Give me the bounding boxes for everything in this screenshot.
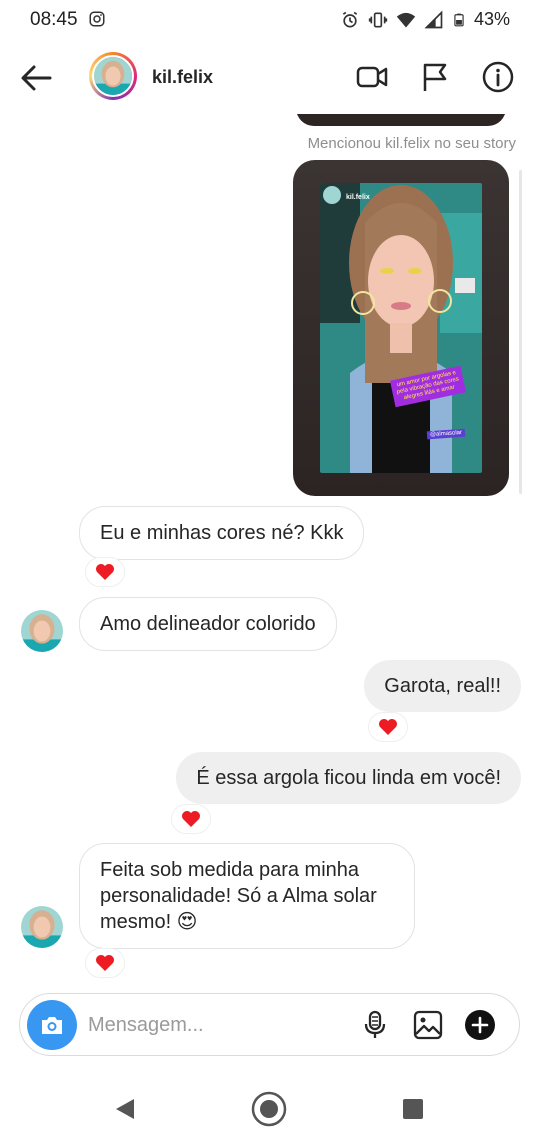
message-text: Eu e minhas cores né? Kkk (100, 522, 344, 544)
battery-icon (454, 13, 464, 26)
heart-icon (96, 955, 114, 971)
nav-recents-icon[interactable] (394, 1090, 432, 1128)
heart-icon (182, 811, 200, 827)
message-input[interactable] (88, 1011, 348, 1039)
info-icon[interactable] (481, 60, 515, 94)
incoming-message[interactable]: Feita sob medida para minha personalidad… (79, 843, 415, 949)
chat-username[interactable]: kil.felix (152, 67, 213, 88)
heart-icon (96, 564, 114, 580)
alarm-icon (342, 11, 358, 28)
story-mention-caption: Mencionou kil.felix no seu story (307, 135, 516, 152)
message-text: É essa argola ficou linda em você! (196, 767, 501, 789)
sender-avatar[interactable] (21, 610, 63, 652)
header-avatar[interactable] (89, 52, 137, 100)
message-reaction[interactable] (85, 948, 125, 978)
nav-home-icon[interactable] (250, 1090, 288, 1128)
video-call-icon[interactable] (355, 60, 389, 94)
outgoing-message[interactable]: Garota, real!! (364, 660, 521, 712)
chat-header: kil.felix (0, 40, 540, 114)
outgoing-message[interactable]: É essa argola ficou linda em você! (176, 752, 521, 804)
sender-avatar[interactable] (21, 906, 63, 948)
story-username: kil.felix (346, 194, 370, 201)
message-text: Garota, real!! (384, 675, 501, 697)
camera-button[interactable] (27, 1000, 77, 1050)
status-bar: 08:45 43% (0, 0, 540, 40)
message-reaction[interactable] (171, 804, 211, 834)
incoming-message[interactable]: Amo delineador colorido (79, 597, 337, 651)
microphone-icon[interactable] (359, 1009, 391, 1041)
message-reaction[interactable] (85, 557, 125, 587)
flag-icon[interactable] (418, 60, 452, 94)
message-text: Feita sob medida para minha personalidad… (100, 859, 377, 933)
avatar-photo (94, 57, 132, 95)
nav-back-icon[interactable] (106, 1090, 144, 1128)
back-arrow-icon[interactable] (18, 60, 54, 96)
chat-thread[interactable]: Mencionou kil.felix no seu story kil.fel… (0, 114, 540, 990)
wifi-icon (396, 12, 416, 27)
status-time: 08:45 (30, 9, 78, 30)
previous-message-bubble (296, 114, 506, 126)
system-navigation-bar (0, 1076, 540, 1140)
message-composer (19, 993, 520, 1056)
incoming-message[interactable]: Eu e minhas cores né? Kkk (79, 506, 365, 560)
story-mention-card[interactable]: kil.felix um amor por argolas e pela vib… (293, 160, 509, 496)
camera-icon (42, 1017, 62, 1034)
message-text: Amo delineador colorido (100, 613, 316, 635)
heart-icon (379, 719, 397, 735)
gallery-icon[interactable] (412, 1009, 444, 1041)
plus-icon[interactable] (464, 1009, 496, 1041)
cell-signal-icon (424, 9, 443, 28)
story-image[interactable]: kil.felix um amor por argolas e pela vib… (320, 183, 482, 473)
scrollbar[interactable] (519, 170, 522, 494)
vibrate-icon (368, 12, 388, 27)
instagram-notification-icon (89, 11, 105, 27)
battery-percentage: 43% (473, 9, 510, 29)
message-reaction[interactable] (368, 712, 408, 742)
